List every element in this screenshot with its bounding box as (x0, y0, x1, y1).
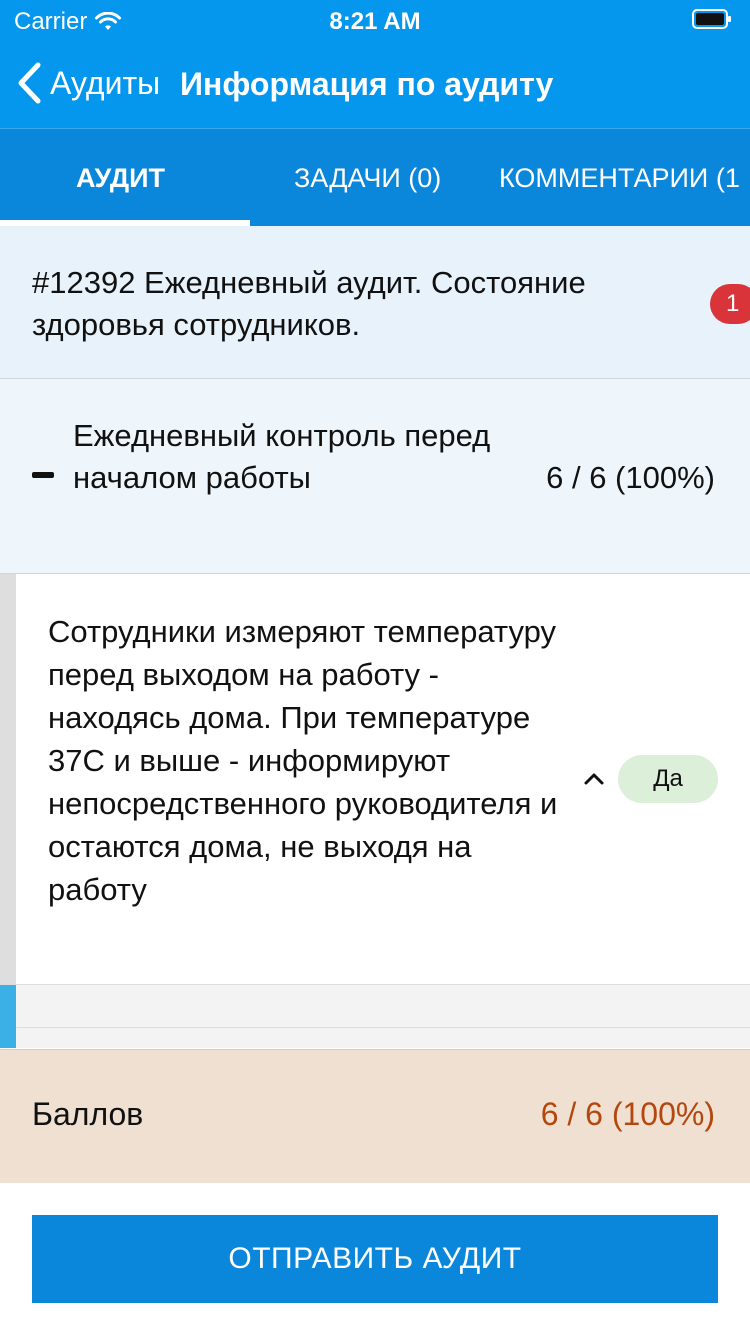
comments-badge: 1 (710, 284, 750, 324)
section-score: 6 / 6 (100%) (546, 460, 715, 495)
question-stripe-active (0, 985, 16, 1048)
score-summary: Баллов 6 / 6 (100%) (0, 1049, 750, 1184)
audit-header: #12392 Ежедневный аудит. Состояние здоро… (0, 226, 750, 379)
navigation-bar: Аудиты Информация по аудиту (0, 40, 750, 128)
collapse-icon[interactable] (32, 472, 54, 478)
chevron-left-icon (18, 62, 41, 104)
question-text: Сотрудники измеряют температуру перед вы… (48, 614, 558, 907)
audit-title: #12392 Ежедневный аудит. Состояние здоро… (32, 265, 586, 342)
question-stripe (0, 574, 16, 984)
list-item (0, 1028, 750, 1048)
score-label: Баллов (32, 1096, 144, 1132)
chevron-up-icon[interactable] (582, 770, 606, 786)
back-button[interactable]: Аудиты (16, 62, 160, 104)
score-value: 6 / 6 (100%) (540, 1096, 715, 1132)
battery-icon (692, 9, 731, 29)
tab-comments[interactable]: КОММЕНТАРИИ (1 (499, 129, 740, 227)
section-header[interactable]: Ежедневный контроль перед началом работы… (0, 379, 750, 574)
status-bar: Carrier 8:21 AM (0, 0, 750, 40)
tab-audit[interactable]: АУДИТ (76, 129, 165, 227)
list-item (0, 985, 750, 1028)
footer: ОТПРАВИТЬ АУДИТ (0, 1183, 750, 1334)
status-time: 8:21 AM (329, 8, 421, 35)
back-label: Аудиты (50, 64, 161, 101)
question-item[interactable]: Сотрудники измеряют температуру перед вы… (0, 574, 750, 985)
submit-audit-button[interactable]: ОТПРАВИТЬ АУДИТ (32, 1215, 718, 1303)
tab-tasks[interactable]: ЗАДАЧИ (0) (294, 129, 441, 227)
page-title: Информация по аудиту (180, 66, 554, 102)
section-title: Ежедневный контроль перед началом работы (73, 418, 491, 495)
tab-bar: АУДИТ ЗАДАЧИ (0) КОММЕНТАРИИ (1 (0, 128, 750, 227)
answer-pill[interactable]: Да (618, 755, 718, 803)
